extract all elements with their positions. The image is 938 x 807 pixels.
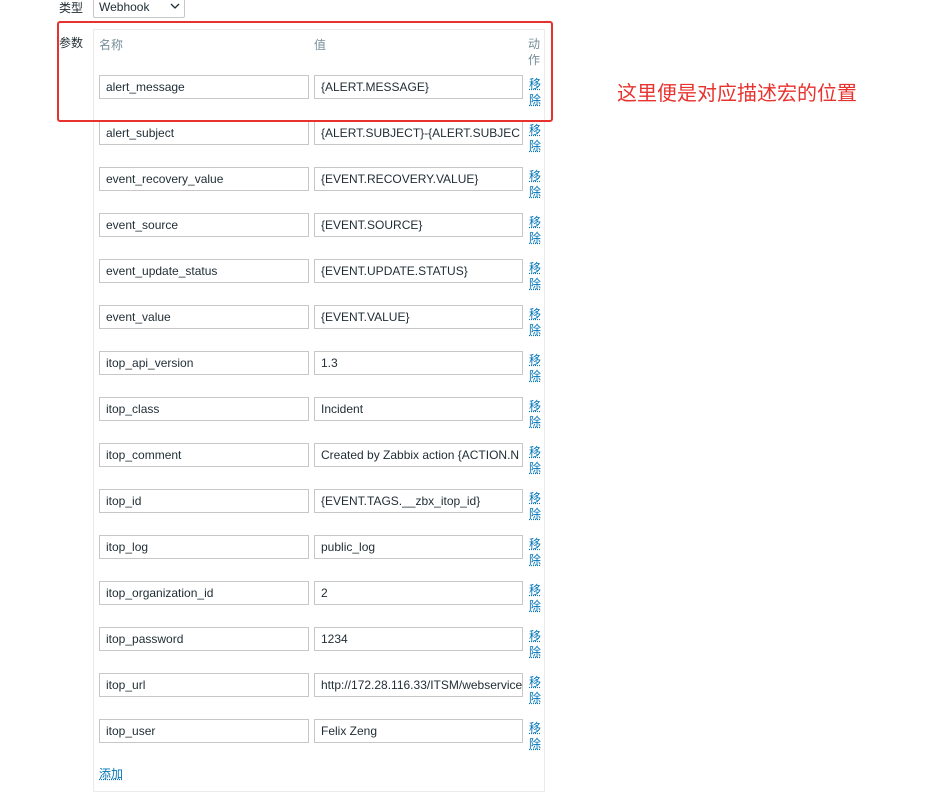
remove-param-link[interactable]: 移除 [529, 674, 543, 706]
param-value-input[interactable]: {EVENT.SOURCE} [314, 213, 523, 237]
param-row: itop_comment Created by Zabbix action {AC… [99, 443, 545, 483]
param-value-input[interactable]: Incident [314, 397, 523, 421]
param-row: itop_user Felix Zeng 移除 [99, 719, 545, 759]
highlight-box [57, 21, 553, 122]
param-name-input[interactable]: itop_id [99, 489, 309, 513]
param-name-input[interactable]: itop_url [99, 673, 309, 697]
param-name-input[interactable]: itop_organization_id [99, 581, 309, 605]
remove-param-link[interactable]: 移除 [529, 306, 543, 338]
remove-param-link[interactable]: 移除 [529, 720, 543, 752]
param-name-input[interactable]: event_source [99, 213, 309, 237]
remove-param-link[interactable]: 移除 [529, 398, 543, 430]
remove-param-link[interactable]: 移除 [529, 536, 543, 568]
param-value-input[interactable]: {EVENT.TAGS.__zbx_itop_id} [314, 489, 523, 513]
param-name-input[interactable]: event_recovery_value [99, 167, 309, 191]
param-row: itop_log public_log 移除 [99, 535, 545, 575]
remove-param-link[interactable]: 移除 [529, 490, 543, 522]
param-value-input[interactable]: 1.3 [314, 351, 523, 375]
type-label: 类型 [59, 1, 84, 15]
remove-param-link[interactable]: 移除 [529, 582, 543, 614]
param-name-input[interactable]: itop_comment [99, 443, 309, 467]
param-value-input[interactable]: 1234 [314, 627, 523, 651]
remove-param-link[interactable]: 移除 [529, 444, 543, 476]
param-name-input[interactable]: itop_user [99, 719, 309, 743]
param-row: event_value {EVENT.VALUE} 移除 [99, 305, 545, 345]
annotation-text: 这里便是对应描述宏的位置 [617, 81, 857, 105]
remove-param-link[interactable]: 移除 [529, 214, 543, 246]
param-value-input[interactable]: {EVENT.UPDATE.STATUS} [314, 259, 523, 283]
type-select-value: Webhook [99, 0, 150, 14]
param-row: event_recovery_value {EVENT.RECOVERY.VALU… [99, 167, 545, 207]
param-value-input[interactable]: Felix Zeng [314, 719, 523, 743]
remove-param-link[interactable]: 移除 [529, 168, 543, 200]
param-value-input[interactable]: {EVENT.VALUE} [314, 305, 523, 329]
param-row: alert_subject {ALERT.SUBJECT}-{ALERT.SUBJ… [99, 121, 545, 161]
param-value-input[interactable]: http://172.28.116.33/ITSM/webservice [314, 673, 523, 697]
remove-param-link[interactable]: 移除 [529, 352, 543, 384]
param-name-input[interactable]: event_value [99, 305, 309, 329]
param-row: event_source {EVENT.SOURCE} 移除 [99, 213, 545, 253]
param-name-input[interactable]: itop_class [99, 397, 309, 421]
param-name-input[interactable]: itop_api_version [99, 351, 309, 375]
param-value-input[interactable]: {EVENT.RECOVERY.VALUE} [314, 167, 523, 191]
add-param-link[interactable]: 添加 [99, 765, 123, 782]
param-name-input[interactable]: event_update_status [99, 259, 309, 283]
param-value-input[interactable]: 2 [314, 581, 523, 605]
param-row: event_update_status {EVENT.UPDATE.STATUS}… [99, 259, 545, 299]
param-value-input[interactable]: public_log [314, 535, 523, 559]
chevron-down-icon [170, 3, 180, 9]
param-row: itop_password 1234 移除 [99, 627, 545, 667]
param-row: itop_id {EVENT.TAGS.__zbx_itop_id} 移除 [99, 489, 545, 529]
param-name-input[interactable]: itop_log [99, 535, 309, 559]
param-name-input[interactable]: itop_password [99, 627, 309, 651]
remove-param-link[interactable]: 移除 [529, 260, 543, 292]
param-row: itop_api_version 1.3 移除 [99, 351, 545, 391]
param-row: itop_class Incident 移除 [99, 397, 545, 437]
remove-param-link[interactable]: 移除 [529, 122, 543, 154]
param-name-input[interactable]: alert_subject [99, 121, 309, 145]
remove-param-link[interactable]: 移除 [529, 628, 543, 660]
param-row: itop_organization_id 2 移除 [99, 581, 545, 621]
type-select[interactable]: Webhook [93, 0, 185, 18]
param-row: itop_url http://172.28.116.33/ITSM/webser… [99, 673, 545, 713]
param-value-input[interactable]: Created by Zabbix action {ACTION.N [314, 443, 523, 467]
param-value-input[interactable]: {ALERT.SUBJECT}-{ALERT.SUBJEC [314, 121, 523, 145]
